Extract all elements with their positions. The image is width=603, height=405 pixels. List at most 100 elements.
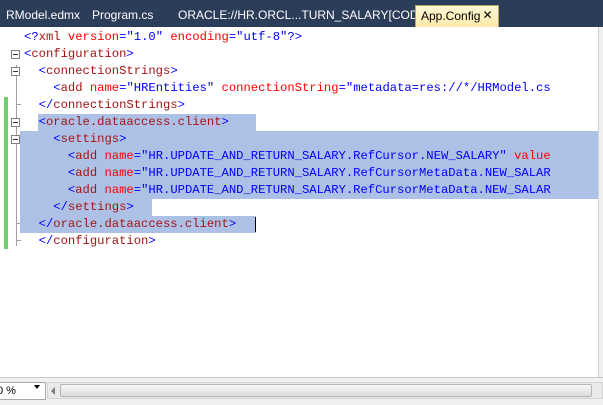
tab-label: Program.cs [92,8,154,22]
code-token: > [148,234,156,248]
code-line: <settings> [24,131,126,148]
code-token: > [119,132,127,146]
horizontal-scrollbar[interactable] [47,382,603,399]
code-token: name [97,149,134,163]
outline-tick [16,104,21,105]
code-token: > [228,217,237,231]
code-line: <?xml version="1.0" encoding="utf-8"?> [24,29,302,46]
editor-margin [0,27,21,377]
code-token: oracle.dataaccess.client [53,217,229,231]
code-line: <oracle.dataaccess.client> [24,114,229,131]
zoom-value: 0 % [0,385,16,397]
code-line: </settings> [24,199,134,216]
editor-bottom-bar: 0 % [0,377,603,405]
code-token: name [82,81,120,95]
code-token: add [75,183,98,197]
chevron-down-icon[interactable] [34,385,40,389]
code-editor[interactable]: <?xml version="1.0" encoding="utf-8"?> <c… [0,27,603,377]
code-line: </configuration> [24,233,156,250]
code-token: oracle.dataaccess.client [45,115,222,129]
code-token: "HR.UPDATE_AND_RETURN_SALARY.RefCursor.N… [141,149,507,163]
code-token: </ [38,234,54,248]
code-line: <configuration> [24,46,134,63]
code-line: <connectionStrings> [24,63,178,80]
collapse-icon[interactable] [11,135,20,144]
code-token: "1.0" [126,30,164,44]
tab-label: ORACLE://HR.ORCL...TURN_SALARY[CODE] [178,8,430,22]
code-token: > [126,47,134,61]
code-token: <? [24,30,39,44]
outline-line [16,65,17,246]
change-tracking-bar [4,97,8,249]
code-token: < [38,115,46,129]
code-token: > [126,200,134,214]
code-token: xml [38,30,61,44]
scrollbar-thumb[interactable] [60,384,592,397]
code-line: <add name="HR.UPDATE_AND_RETURN_SALARY.R… [24,148,551,165]
code-token: configuration [31,47,127,61]
tab-hrmodel-edmx[interactable]: RModel.edmx [0,5,82,27]
scroll-left-icon[interactable] [51,387,55,395]
code-token: ?> [287,30,303,44]
code-token: = [133,149,142,163]
tab-label: RModel.edmx [6,8,81,22]
code-line: <add name="HR.UPDATE_AND_RETURN_SALARY.R… [24,165,551,182]
code-token: </ [38,98,54,112]
code-token: settings [60,132,120,146]
code-token: < [53,81,61,95]
code-token: value [506,149,551,163]
code-token: "HR.UPDATE_AND_RETURN_SALARY.RefCursorMe… [141,183,551,197]
code-token: name [97,166,134,180]
code-token: = [338,81,346,95]
collapse-icon[interactable] [11,50,20,59]
code-token: > [170,64,178,78]
code-token: = [133,166,142,180]
code-token: add [60,81,83,95]
collapse-icon[interactable] [11,67,20,76]
code-token: > [177,98,185,112]
code-token: configuration [53,234,149,248]
tab-program-cs[interactable]: Program.cs [86,5,172,27]
code-token: add [75,149,98,163]
code-token: connectionStrings [53,98,178,112]
code-token: name [97,183,134,197]
text-caret [255,217,256,232]
code-token: > [221,115,229,129]
code-token: version [60,30,120,44]
code-token: add [75,166,98,180]
code-token: = [133,183,142,197]
code-token: "HREntities" [126,81,215,95]
tab-label: App.Config [421,9,481,23]
code-token: </ [38,217,54,231]
code-token: < [53,132,61,146]
code-line: </oracle.dataaccess.client> [24,216,237,233]
code-token: connectionString [214,81,339,95]
tab-app-config[interactable]: App.Config ✕ [415,5,499,27]
outline-tick [16,240,21,241]
code-token: "metadata=res://*/HRModel.cs [345,81,551,95]
code-line: </connectionStrings> [24,97,185,114]
collapse-icon[interactable] [11,118,20,127]
code-token: "HR.UPDATE_AND_RETURN_SALARY.RefCursorMe… [141,166,551,180]
tab-oracle-code[interactable]: ORACLE://HR.ORCL...TURN_SALARY[CODE] [172,5,430,27]
code-token: </ [53,200,68,214]
close-icon[interactable]: ✕ [481,9,494,22]
vertical-scrollbar[interactable] [598,27,603,377]
code-token: connectionStrings [45,64,171,78]
code-token: "utf-8" [236,30,288,44]
code-line: <add name="HR.UPDATE_AND_RETURN_SALARY.R… [24,182,551,199]
code-token: settings [67,200,127,214]
document-tab-strip: RModel.edmx Program.cs ORACLE://HR.ORCL.… [0,0,603,27]
code-token: encoding [163,30,229,44]
